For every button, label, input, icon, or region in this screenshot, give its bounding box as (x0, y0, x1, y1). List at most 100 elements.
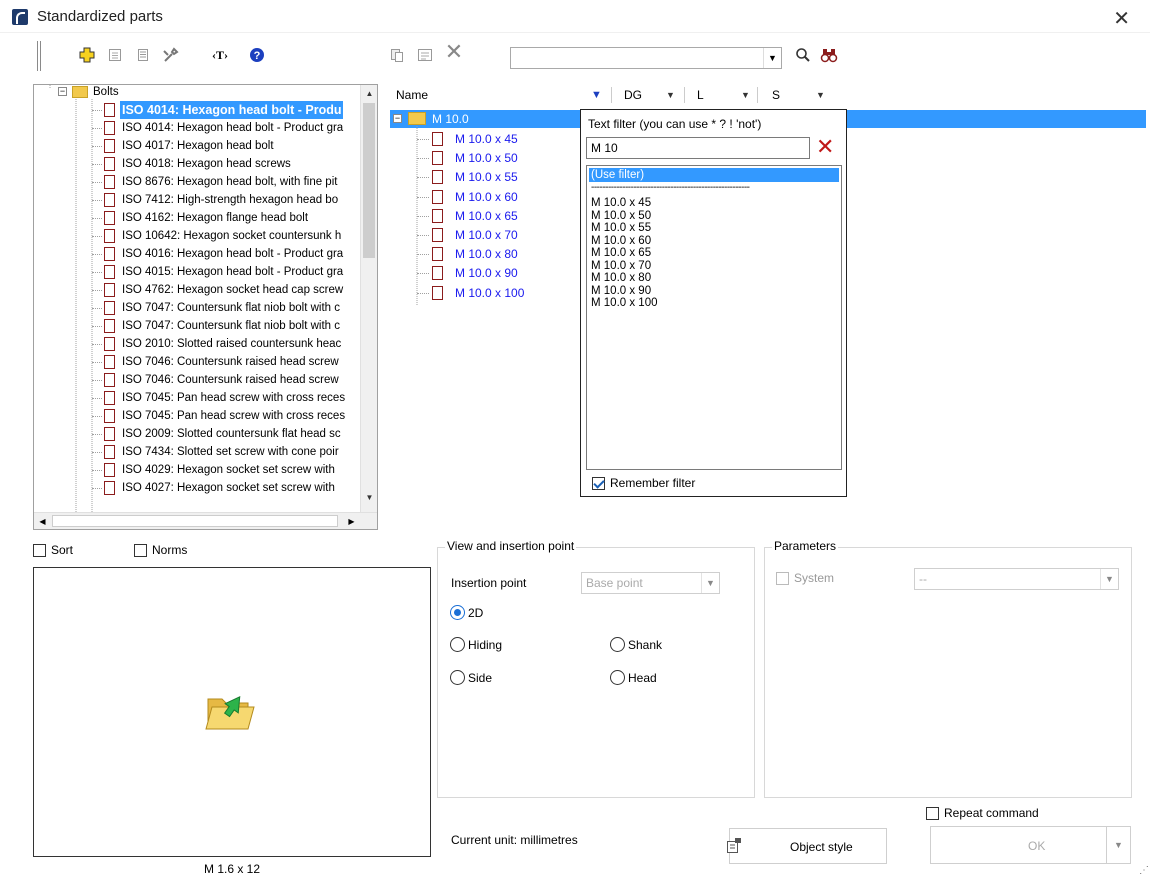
radio-head[interactable]: Head (610, 670, 657, 685)
filter-list[interactable]: (Use filter) ---------------------------… (586, 165, 842, 470)
search-combo[interactable]: ▼ (510, 47, 782, 69)
scroll-right-icon[interactable]: ▶ (343, 513, 360, 529)
document-icon (104, 103, 115, 117)
text-icon[interactable]: ‹T› (206, 44, 234, 66)
radio-side[interactable]: Side (450, 670, 492, 685)
repeat-command-box[interactable] (926, 806, 939, 820)
collapse-icon[interactable]: − (58, 87, 67, 96)
radio-shank-dot[interactable] (610, 637, 625, 652)
tree-connector (92, 326, 102, 327)
group-label[interactable]: M 10.0 (432, 110, 469, 128)
radio-hiding[interactable]: Hiding (450, 637, 502, 652)
grid-item[interactable]: M 10.0 x 65 (455, 207, 518, 225)
grid-item[interactable]: M 10.0 x 60 (455, 188, 518, 206)
tree-horizontal-scrollbar[interactable]: ◀ ▶ (34, 512, 377, 529)
filter-input[interactable]: M 10 (586, 137, 810, 159)
norms-checkbox-box[interactable] (134, 543, 147, 557)
scroll-up-icon[interactable]: ▲ (361, 85, 377, 102)
sort-checkbox[interactable]: Sort (33, 543, 73, 557)
radio-2d[interactable]: 2D (450, 605, 483, 620)
tree-connector (92, 380, 102, 381)
system-checkbox-box[interactable] (776, 571, 789, 585)
tree-vertical-scrollbar[interactable]: ▲ ▼ (360, 85, 377, 513)
column-s[interactable]: S (772, 84, 780, 106)
scroll-left-icon[interactable]: ◀ (34, 513, 51, 529)
use-filter-option[interactable]: (Use filter) (589, 168, 839, 182)
document-icon (104, 175, 115, 189)
radio-head-dot[interactable] (610, 670, 625, 685)
system-checkbox[interactable]: System (776, 571, 834, 585)
tree-connector (92, 236, 102, 237)
insertion-point-label: Insertion point (451, 576, 527, 590)
document-icon (104, 481, 115, 495)
table-icon[interactable] (414, 44, 436, 66)
svg-text:?: ? (254, 50, 261, 62)
grid-item[interactable]: M 10.0 x 70 (455, 226, 518, 244)
radio-hiding-dot[interactable] (450, 637, 465, 652)
paste-icon[interactable] (386, 44, 408, 66)
document-icon (104, 283, 115, 297)
radio-2d-dot[interactable] (450, 605, 465, 620)
parts-tree[interactable]: − Bolts ISO 4014: Hexagon head bolt - Pr… (33, 84, 378, 530)
column-l[interactable]: L (697, 84, 704, 106)
hscroll-thumb[interactable] (52, 515, 338, 527)
delete-icon[interactable]: ✕ (443, 39, 465, 64)
tree-item-label: ISO 7045: Pan head screw with cross rece… (122, 392, 346, 404)
radio-side-dot[interactable] (450, 670, 465, 685)
grid-item[interactable]: M 10.0 x 90 (455, 264, 518, 282)
object-style-button[interactable]: Object style (727, 828, 887, 864)
grid-item[interactable]: M 10.0 x 45 (455, 130, 518, 148)
column-name[interactable]: Name (396, 84, 428, 106)
system-select[interactable]: -- ▼ (914, 568, 1119, 590)
search-icon[interactable] (792, 44, 814, 66)
filter-active-icon[interactable]: ▼ (591, 84, 602, 106)
insertion-point-select[interactable]: Base point ▼ (581, 572, 720, 594)
resize-grip[interactable]: ⋰ (1139, 865, 1149, 876)
l-chevron-down-icon[interactable]: ▼ (741, 84, 750, 106)
dg-chevron-down-icon[interactable]: ▼ (666, 84, 675, 106)
sort-checkbox-box[interactable] (33, 543, 46, 557)
tools-icon[interactable] (160, 44, 182, 66)
system-chevron-down-icon[interactable]: ▼ (1100, 569, 1118, 589)
properties-icon[interactable] (132, 44, 154, 66)
tree-connector (92, 128, 102, 129)
scroll-down-icon[interactable]: ▼ (361, 489, 377, 506)
clear-filter-icon[interactable]: ✕ (816, 134, 834, 160)
tree-connector (92, 200, 102, 201)
tree-connector (92, 290, 102, 291)
copy-icon[interactable] (104, 44, 126, 66)
grid-item[interactable]: M 10.0 x 55 (455, 168, 518, 186)
radio-shank[interactable]: Shank (610, 637, 662, 652)
remember-filter-box[interactable] (592, 476, 605, 490)
tree-item-label: ISO 2010: Slotted raised countersunk hea… (122, 338, 342, 350)
group-collapse-icon[interactable]: − (393, 114, 402, 123)
ok-button[interactable]: OK ▼ (930, 826, 1131, 864)
grid-item[interactable]: M 10.0 x 80 (455, 245, 518, 263)
ok-chevron-down-icon[interactable]: ▼ (1106, 827, 1130, 863)
document-icon (432, 132, 443, 146)
chevron-down-icon[interactable]: ▼ (763, 48, 781, 68)
norms-checkbox[interactable]: Norms (134, 543, 187, 557)
add-icon[interactable] (76, 44, 98, 66)
help-icon[interactable]: ? (246, 44, 268, 66)
tree-connector (92, 110, 102, 111)
header-divider (684, 87, 685, 103)
close-button[interactable]: ✕ (1113, 6, 1130, 31)
scroll-thumb[interactable] (363, 103, 375, 258)
binoculars-icon[interactable] (818, 44, 840, 66)
remember-filter-checkbox[interactable]: Remember filter (592, 476, 695, 490)
search-input[interactable] (511, 48, 761, 68)
view-insertion-title: View and insertion point (445, 539, 577, 553)
insertion-chevron-down-icon[interactable]: ▼ (701, 573, 719, 593)
group-folder-icon (408, 112, 426, 125)
column-dg[interactable]: DG (624, 84, 642, 106)
s-chevron-down-icon[interactable]: ▼ (816, 84, 825, 106)
document-icon (432, 247, 443, 262)
text-filter-popup: Text filter (you can use * ? ! 'not') M … (580, 109, 847, 497)
repeat-command-checkbox[interactable]: Repeat command (926, 806, 1039, 820)
filter-separator: ----------------------------------------… (591, 184, 750, 192)
filter-option[interactable]: M 10.0 x 100 (589, 296, 839, 310)
grid-item[interactable]: M 10.0 x 100 (455, 284, 524, 302)
grid-item[interactable]: M 10.0 x 50 (455, 149, 518, 167)
document-icon (104, 463, 115, 477)
